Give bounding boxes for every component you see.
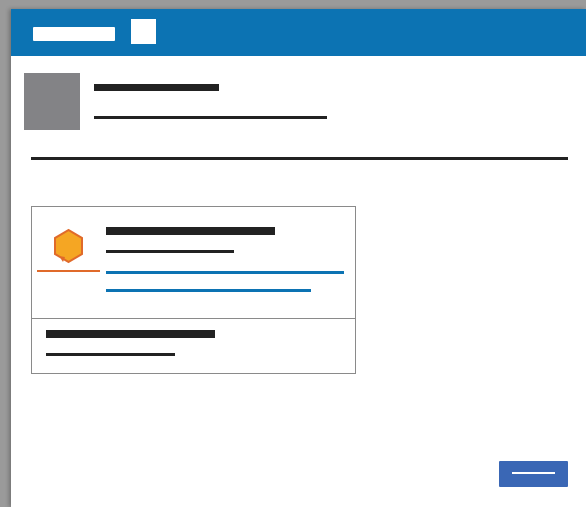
- dialog-window: [11, 9, 586, 507]
- window-title-placeholder: [33, 27, 115, 41]
- card-separator: [32, 318, 355, 319]
- badge-accent-line: [37, 270, 100, 272]
- card-item-subtitle: [106, 250, 234, 253]
- primary-action-button[interactable]: [499, 461, 568, 487]
- header-subtitle-text: [94, 116, 95, 117]
- title-bar: [11, 9, 586, 56]
- card-row-title: [46, 330, 215, 338]
- card-row-subtitle: [46, 353, 175, 356]
- card-item-title-text: [106, 227, 107, 228]
- card-row-subtitle-text: [46, 353, 47, 354]
- hexagon-badge-icon: [54, 228, 83, 264]
- card-link-2[interactable]: [106, 289, 311, 292]
- card-link-1-text: [106, 271, 107, 272]
- header-title-text: [94, 84, 95, 85]
- primary-action-label-text: [512, 472, 513, 473]
- achievement-card: [31, 206, 356, 374]
- card-item-title: [106, 227, 275, 235]
- avatar: [24, 73, 80, 130]
- header-title: [94, 84, 219, 91]
- section-divider: [31, 157, 568, 160]
- card-link-1[interactable]: [106, 271, 344, 274]
- window-title-text: [33, 27, 34, 28]
- card-row-title-text: [46, 330, 47, 331]
- app-icon[interactable]: [131, 19, 156, 44]
- header-subtitle: [94, 116, 327, 119]
- card-link-2-text: [106, 289, 107, 290]
- card-item-subtitle-text: [106, 250, 107, 251]
- primary-action-label: [512, 472, 555, 474]
